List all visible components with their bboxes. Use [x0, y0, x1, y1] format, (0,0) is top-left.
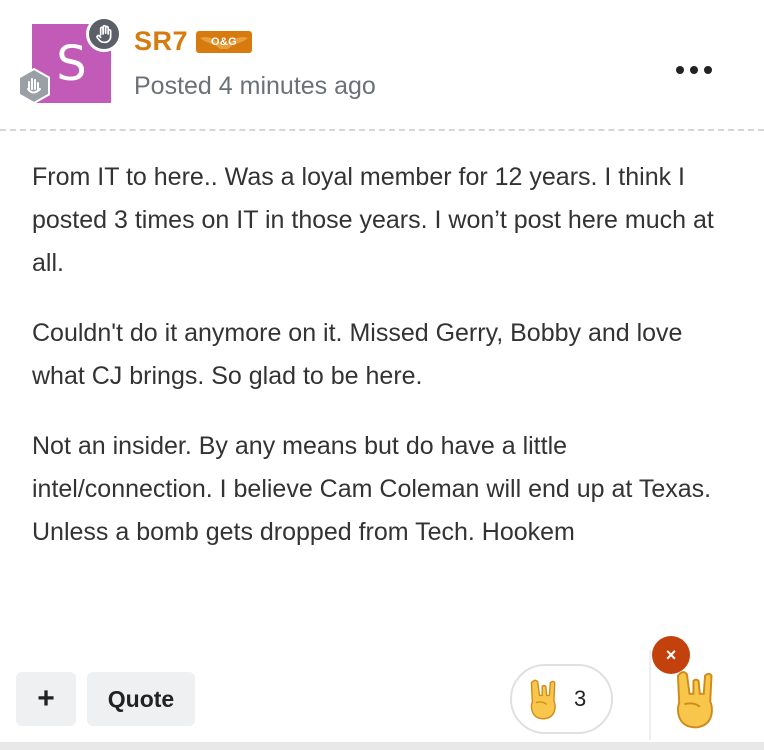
plus-button[interactable]: +: [16, 672, 76, 726]
ellipsis-icon[interactable]: [676, 60, 712, 80]
hand-icon: [86, 16, 122, 52]
rock-on-hand-icon: [676, 671, 713, 729]
post-content: From IT to here.. Was a loyal member for…: [32, 156, 732, 581]
avatar-container: S: [16, 16, 122, 108]
close-icon[interactable]: ×: [652, 636, 690, 674]
rank-badge-label: O&G: [211, 35, 238, 48]
reaction-count: 3: [574, 686, 587, 711]
post-timestamp: Posted 4 minutes ago: [134, 72, 376, 100]
post-paragraph: Not an insider. By any means but do have…: [32, 432, 712, 546]
post-paragraph: Couldn't do it anymore on it. Missed Ger…: [32, 319, 683, 390]
rank-badge: O&G: [196, 30, 253, 53]
header-divider: [0, 129, 764, 131]
author-line: SR7 O&G: [134, 26, 253, 57]
post-paragraph: From IT to here.. Was a loyal member for…: [32, 163, 714, 277]
forum-post: S SR7 O&G Posted 4 minutes ago From IT t…: [0, 0, 764, 750]
rock-on-hand-icon: [530, 679, 556, 720]
author-name[interactable]: SR7: [134, 26, 188, 57]
avatar-initial: S: [56, 35, 87, 92]
react-button[interactable]: [670, 668, 722, 730]
reaction-summary[interactable]: 3: [510, 664, 613, 734]
wave-hand-icon: [16, 67, 52, 105]
footer-separator: [649, 650, 651, 740]
post-bottom-border: [0, 742, 764, 750]
quote-button[interactable]: Quote: [87, 672, 195, 726]
